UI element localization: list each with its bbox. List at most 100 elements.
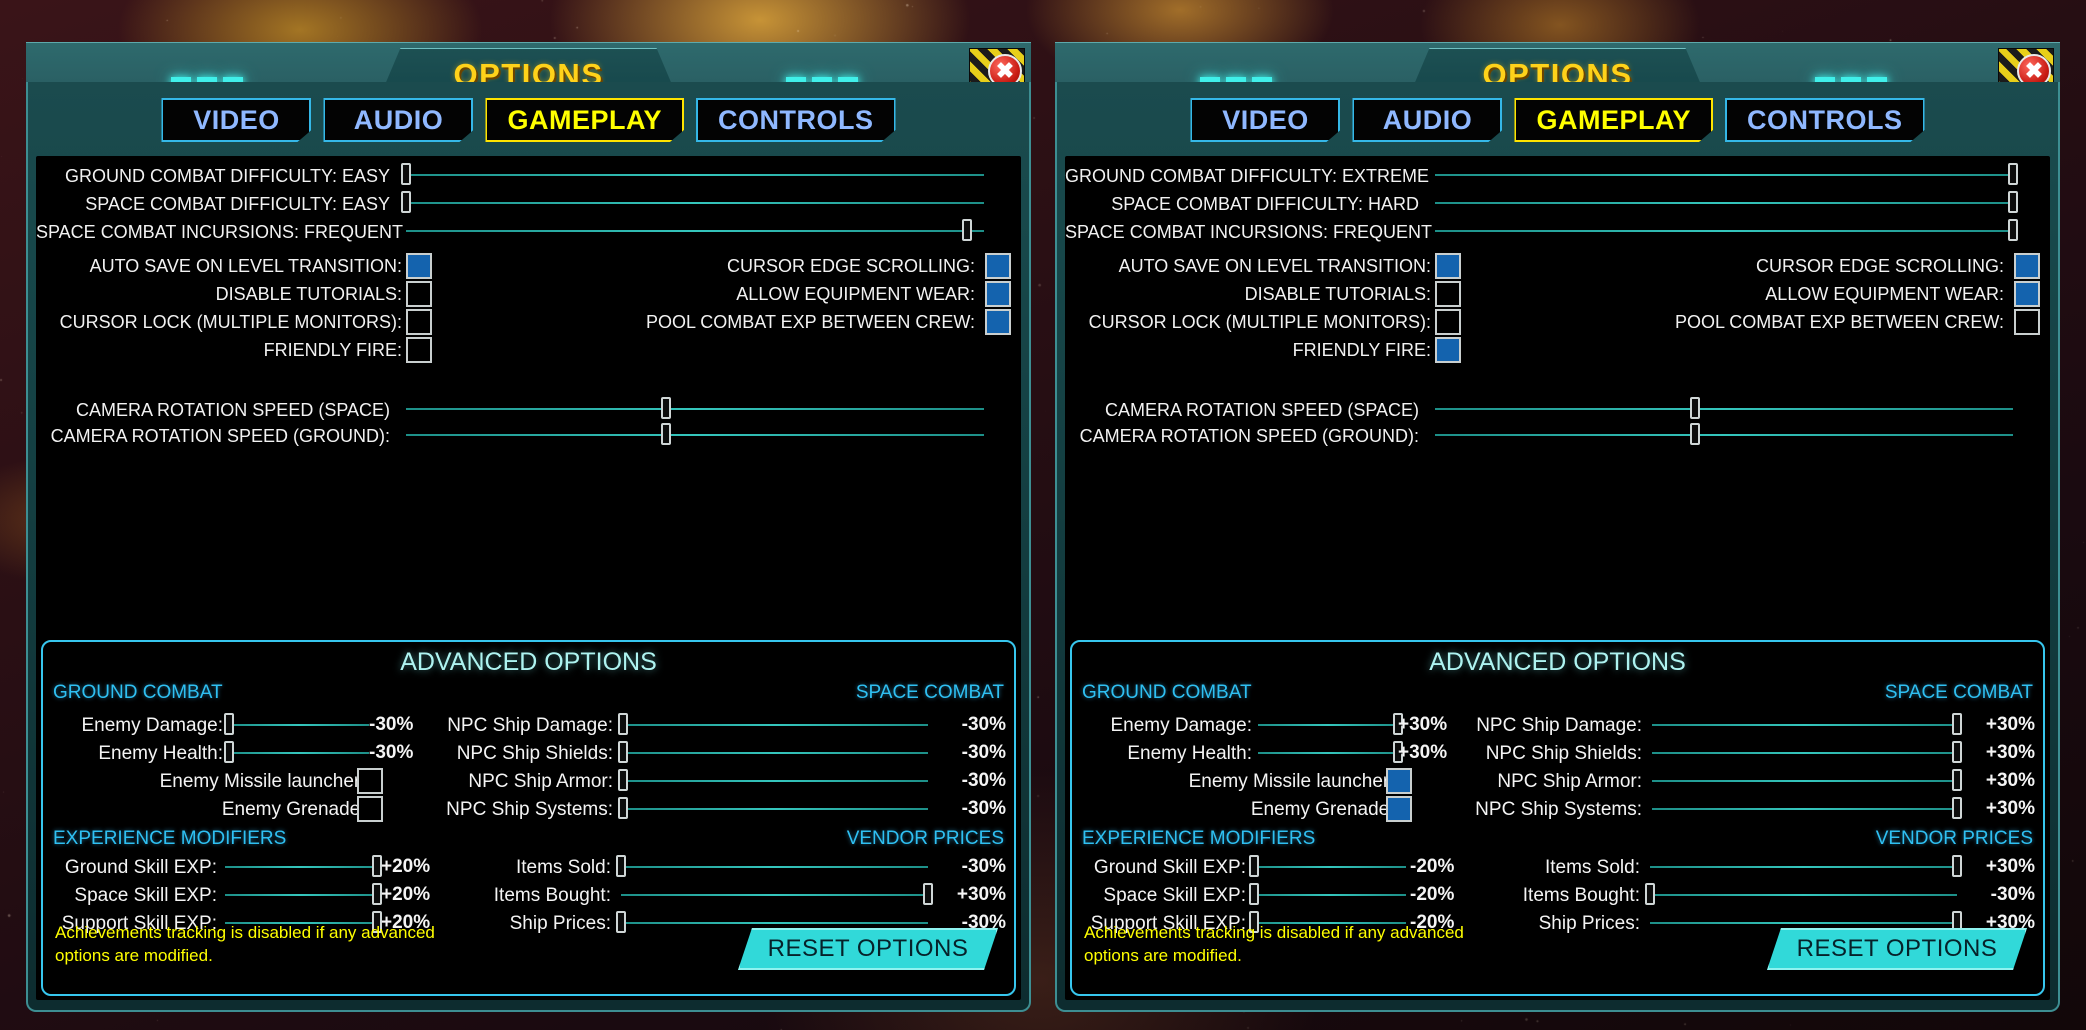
cursor-lock-multiple-monitors-checkbox[interactable] (406, 309, 432, 335)
items-bought-slider[interactable] (1650, 885, 1957, 903)
npc-ship-systems-slider[interactable] (1652, 799, 1957, 817)
camera-rotation-speed-ground-slider[interactable] (406, 425, 984, 443)
space-combat-difficulty-slider[interactable] (406, 193, 984, 211)
slider-knob[interactable] (1952, 797, 1962, 819)
npc-ship-shields-slider[interactable] (623, 743, 928, 761)
disable-tutorials-checkbox[interactable] (1435, 281, 1461, 307)
slider-knob[interactable] (401, 163, 411, 185)
slider-knob[interactable] (1249, 855, 1259, 877)
slider-knob[interactable] (661, 423, 671, 445)
items-bought-value: -30% (1991, 884, 2035, 906)
slider-knob[interactable] (616, 911, 626, 933)
tab-controls[interactable]: CONTROLS (696, 98, 896, 142)
reset-options-button[interactable]: RESET OPTIONS (738, 928, 998, 970)
friendly-fire-checkbox[interactable] (406, 337, 432, 363)
tab-audio[interactable]: AUDIO (323, 98, 473, 142)
slider-knob[interactable] (1952, 855, 1962, 877)
slider-knob[interactable] (618, 797, 628, 819)
enemy-damage-slider[interactable] (229, 715, 369, 733)
slider-knob[interactable] (1952, 713, 1962, 735)
slider-knob[interactable] (2008, 163, 2018, 185)
space-combat-incursions-slider[interactable] (406, 221, 984, 239)
slider-track (623, 808, 928, 810)
camera-rotation-speed-space-slider[interactable] (1435, 399, 2013, 417)
ground-combat-difficulty-slider[interactable] (1435, 165, 2013, 183)
adv-ground-skill-exp: Ground Skill EXP: +20% (43, 854, 423, 882)
slider-knob[interactable] (661, 397, 671, 419)
enemy-grenades-checkbox[interactable] (357, 796, 383, 822)
slider-knob[interactable] (618, 713, 628, 735)
slider-knob[interactable] (923, 883, 933, 905)
setting-space-combat-incursions: SPACE COMBAT INCURSIONS: FREQUENT (36, 218, 1021, 246)
slider-knob[interactable] (618, 769, 628, 791)
slider-knob[interactable] (1690, 397, 1700, 419)
items-sold-slider[interactable] (1650, 857, 1957, 875)
enemy-missile-launchers-checkbox[interactable] (1386, 768, 1412, 794)
slider-knob[interactable] (616, 855, 626, 877)
ground-combat-header: GROUND COMBAT (1082, 682, 1252, 704)
slider-knob[interactable] (1249, 883, 1259, 905)
slider-knob[interactable] (224, 741, 234, 763)
cursor-edge-scrolling-checkbox[interactable] (2014, 253, 2040, 279)
cursor-lock-multiple-monitors-checkbox[interactable] (1435, 309, 1461, 335)
cursor-edge-scrolling-checkbox[interactable] (985, 253, 1011, 279)
tab-controls[interactable]: CONTROLS (1725, 98, 1925, 142)
tab-video[interactable]: VIDEO (161, 98, 311, 142)
items-sold-slider[interactable] (621, 857, 928, 875)
enemy-damage-slider[interactable] (1258, 715, 1398, 733)
tab-gameplay[interactable]: GAMEPLAY (1514, 98, 1713, 142)
disable-tutorials-checkbox[interactable] (406, 281, 432, 307)
slider-knob[interactable] (2008, 191, 2018, 213)
options-body: VIDEO AUDIO GAMEPLAY CONTROLS GROUND COMBAT … (1055, 82, 2060, 1012)
space-skill-exp-slider[interactable] (1254, 885, 1406, 903)
tab-gameplay[interactable]: GAMEPLAY (485, 98, 684, 142)
setting-ground-combat-difficulty: GROUND COMBAT DIFFICULTY: EXTREME (1065, 162, 2050, 190)
pool-combat-exp-between-crew-checkbox[interactable] (985, 309, 1011, 335)
slider-knob[interactable] (401, 191, 411, 213)
allow-equipment-wear-checkbox[interactable] (2014, 281, 2040, 307)
tab-audio[interactable]: AUDIO (1352, 98, 1502, 142)
camera-rotation-speed-ground-slider[interactable] (1435, 425, 2013, 443)
pool-combat-exp-between-crew-checkbox[interactable] (2014, 309, 2040, 335)
ground-skill-exp-slider[interactable] (225, 857, 377, 875)
slider-knob[interactable] (2008, 219, 2018, 241)
items-bought-label: Items Bought: (1472, 885, 1640, 907)
npc-ship-armor-slider[interactable] (1652, 771, 1957, 789)
space-combat-difficulty-slider[interactable] (1435, 193, 2013, 211)
friendly-fire-checkbox[interactable] (1435, 337, 1461, 363)
slider-knob[interactable] (1952, 769, 1962, 791)
enemy-health-slider[interactable] (1258, 743, 1398, 761)
items-sold-label: Items Sold: (1472, 857, 1640, 879)
adv-items-bought: Items Bought: +30% (443, 882, 1006, 910)
slider-knob[interactable] (1952, 741, 1962, 763)
slider-knob[interactable] (1690, 423, 1700, 445)
reset-options-button[interactable]: RESET OPTIONS (1767, 928, 2027, 970)
allow-equipment-wear-checkbox[interactable] (985, 281, 1011, 307)
slider-track (1258, 752, 1398, 754)
npc-ship-damage-slider[interactable] (623, 715, 928, 733)
enemy-grenades-checkbox[interactable] (1386, 796, 1412, 822)
slider-knob[interactable] (618, 741, 628, 763)
ground-skill-exp-slider[interactable] (1254, 857, 1406, 875)
setting-camera-rotation-speed-ground: CAMERA ROTATION SPEED (GROUND): (1065, 422, 2050, 448)
space-combat-incursions-slider[interactable] (1435, 221, 2013, 239)
camera-rotation-speed-space-slider[interactable] (406, 399, 984, 417)
slider-knob[interactable] (1645, 883, 1655, 905)
right-panel: OPTIONS ✖ VIDEO AUDIO GAMEPLAY CONTROLS GROUND… (1047, 20, 2068, 1020)
npc-ship-armor-slider[interactable] (623, 771, 928, 789)
enemy-health-slider[interactable] (229, 743, 369, 761)
ground-combat-difficulty-slider[interactable] (406, 165, 984, 183)
npc-ship-damage-slider[interactable] (1652, 715, 1957, 733)
slider-knob[interactable] (962, 219, 972, 241)
auto-save-on-level-transition-checkbox[interactable] (1435, 253, 1461, 279)
slider-knob[interactable] (224, 713, 234, 735)
slider-track (1435, 408, 2013, 410)
npc-ship-systems-slider[interactable] (623, 799, 928, 817)
adv-npc-ship-shields: NPC Ship Shields: -30% (423, 740, 1006, 768)
tab-video[interactable]: VIDEO (1190, 98, 1340, 142)
items-bought-slider[interactable] (621, 885, 928, 903)
space-skill-exp-slider[interactable] (225, 885, 377, 903)
npc-ship-shields-slider[interactable] (1652, 743, 1957, 761)
auto-save-on-level-transition-checkbox[interactable] (406, 253, 432, 279)
enemy-missile-launchers-checkbox[interactable] (357, 768, 383, 794)
